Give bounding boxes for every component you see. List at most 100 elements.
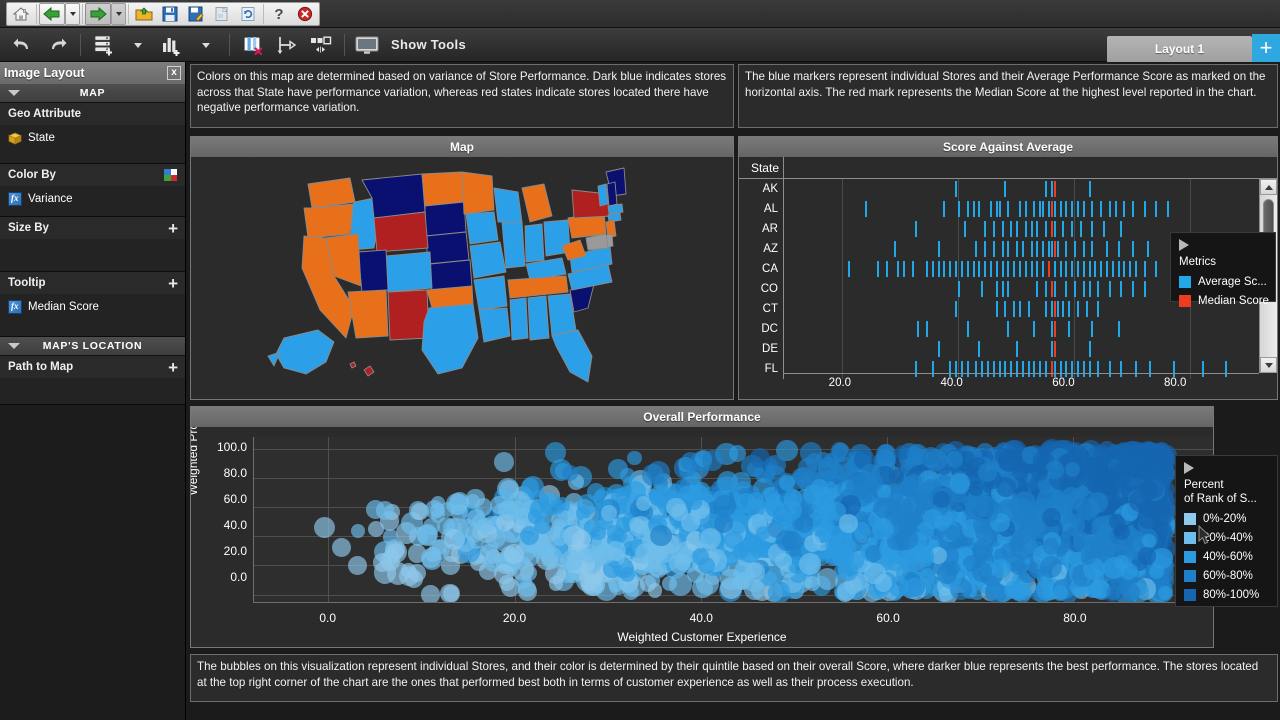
average-score-marker[interactable]: [1021, 241, 1024, 257]
scatter-bubble[interactable]: [580, 573, 603, 596]
score-row[interactable]: AL: [739, 199, 1277, 219]
scatter-bubble[interactable]: [314, 516, 336, 538]
average-score-marker[interactable]: [1074, 281, 1076, 297]
scatter-bubble[interactable]: [445, 492, 468, 516]
average-score-marker[interactable]: [1143, 201, 1146, 217]
back-arrow-icon[interactable]: [39, 3, 65, 25]
home-icon[interactable]: [8, 3, 34, 25]
average-score-marker[interactable]: [1039, 201, 1042, 217]
average-score-marker[interactable]: [917, 321, 920, 337]
scatter-bubble[interactable]: [1013, 491, 1035, 513]
average-score-marker[interactable]: [1045, 221, 1047, 237]
average-score-marker[interactable]: [1007, 321, 1010, 337]
scatter-bubble[interactable]: [945, 450, 963, 468]
scatter-bubble[interactable]: [661, 575, 677, 591]
scatter-bubble[interactable]: [804, 534, 822, 552]
scatter-bubble[interactable]: [608, 458, 628, 479]
average-score-marker[interactable]: [958, 201, 960, 217]
add-data-icon[interactable]: [89, 30, 119, 60]
palette-icon[interactable]: [163, 168, 178, 182]
average-score-marker[interactable]: [949, 261, 952, 277]
average-score-marker[interactable]: [1065, 261, 1068, 277]
branch-icon[interactable]: [272, 30, 302, 60]
average-score-marker[interactable]: [958, 281, 960, 297]
resize-icon[interactable]: [306, 30, 336, 60]
average-score-marker[interactable]: [992, 241, 995, 257]
average-score-marker[interactable]: [984, 241, 987, 257]
save-as-icon[interactable]: [183, 3, 209, 25]
scatter-bubble[interactable]: [515, 572, 532, 589]
average-score-marker[interactable]: [1013, 301, 1016, 317]
open-folder-icon[interactable]: [131, 3, 157, 25]
average-score-marker[interactable]: [1085, 301, 1088, 317]
average-score-marker[interactable]: [1071, 261, 1074, 277]
scatter-bubble[interactable]: [1106, 585, 1121, 601]
average-score-marker[interactable]: [1004, 181, 1007, 197]
scatter-bubble[interactable]: [1096, 451, 1113, 468]
scatter-bubble[interactable]: [634, 543, 656, 565]
scatter-bubble[interactable]: [1128, 442, 1151, 466]
average-score-marker[interactable]: [1120, 281, 1123, 297]
average-score-marker[interactable]: [1091, 221, 1094, 237]
median-score-marker[interactable]: [1050, 281, 1053, 297]
scatter-bubble[interactable]: [1093, 537, 1113, 557]
average-score-marker[interactable]: [1079, 221, 1082, 237]
average-score-marker[interactable]: [1016, 241, 1018, 257]
scatter-bubble[interactable]: [576, 494, 598, 515]
scatter-bubble[interactable]: [896, 528, 919, 550]
scatter-bubble[interactable]: [871, 518, 894, 541]
average-score-marker[interactable]: [1091, 321, 1094, 337]
scatter-bubble[interactable]: [493, 564, 514, 585]
scatter-bubble[interactable]: [635, 495, 651, 511]
help-icon[interactable]: ?: [266, 3, 292, 25]
average-score-marker[interactable]: [1010, 221, 1013, 237]
average-score-marker[interactable]: [1007, 261, 1010, 277]
average-score-marker[interactable]: [1114, 201, 1117, 217]
average-score-marker[interactable]: [1088, 261, 1091, 277]
legend-item-quintile[interactable]: 60%-80%: [1184, 566, 1269, 585]
average-score-marker[interactable]: [960, 261, 963, 277]
save-icon[interactable]: [157, 3, 183, 25]
average-score-marker[interactable]: [1018, 201, 1021, 217]
average-score-marker[interactable]: [847, 261, 850, 277]
scatter-bubble[interactable]: [605, 540, 627, 562]
scatter-bubble[interactable]: [601, 505, 617, 521]
scatter-bubble[interactable]: [746, 562, 762, 578]
average-score-marker[interactable]: [1146, 241, 1149, 257]
scatter-bubble[interactable]: [803, 484, 823, 505]
average-score-marker[interactable]: [1076, 301, 1079, 317]
average-score-marker[interactable]: [926, 261, 929, 277]
average-score-marker[interactable]: [1155, 261, 1158, 277]
average-score-marker[interactable]: [1042, 261, 1045, 277]
average-score-marker[interactable]: [1088, 181, 1091, 197]
average-score-marker[interactable]: [995, 301, 998, 317]
average-score-marker[interactable]: [1123, 261, 1126, 277]
average-score-marker[interactable]: [937, 241, 940, 257]
scatter-bubble[interactable]: [873, 496, 895, 519]
average-score-marker[interactable]: [978, 261, 981, 277]
average-score-marker[interactable]: [897, 261, 900, 277]
average-score-marker[interactable]: [1036, 241, 1039, 257]
scatter-bubble[interactable]: [1008, 582, 1026, 600]
scatter-bubble[interactable]: [998, 448, 1021, 472]
average-score-marker[interactable]: [1030, 221, 1033, 237]
average-score-marker[interactable]: [955, 301, 958, 317]
median-score-marker[interactable]: [1047, 261, 1050, 277]
average-score-marker[interactable]: [1082, 281, 1085, 297]
average-score-marker[interactable]: [926, 321, 929, 337]
average-score-marker[interactable]: [1117, 321, 1120, 337]
scatter-body[interactable]: Weighted Process 0.0 20.0 40.0 60.0 80.0 100.…: [191, 427, 1213, 647]
scatter-bubble[interactable]: [767, 581, 791, 602]
scatter-bubble[interactable]: [650, 560, 667, 578]
scatter-bubble[interactable]: [1072, 530, 1090, 548]
scatter-bubble[interactable]: [971, 538, 994, 560]
field-item-median-score[interactable]: Median Score: [0, 294, 185, 320]
average-score-marker[interactable]: [1018, 301, 1021, 317]
average-score-marker[interactable]: [1050, 241, 1053, 257]
average-score-marker[interactable]: [955, 181, 958, 197]
average-score-marker[interactable]: [995, 281, 998, 297]
average-score-marker[interactable]: [1059, 201, 1062, 217]
average-score-marker[interactable]: [1105, 261, 1108, 277]
scatter-bubble[interactable]: [1042, 538, 1060, 555]
scatter-plot-area[interactable]: [253, 437, 1213, 603]
